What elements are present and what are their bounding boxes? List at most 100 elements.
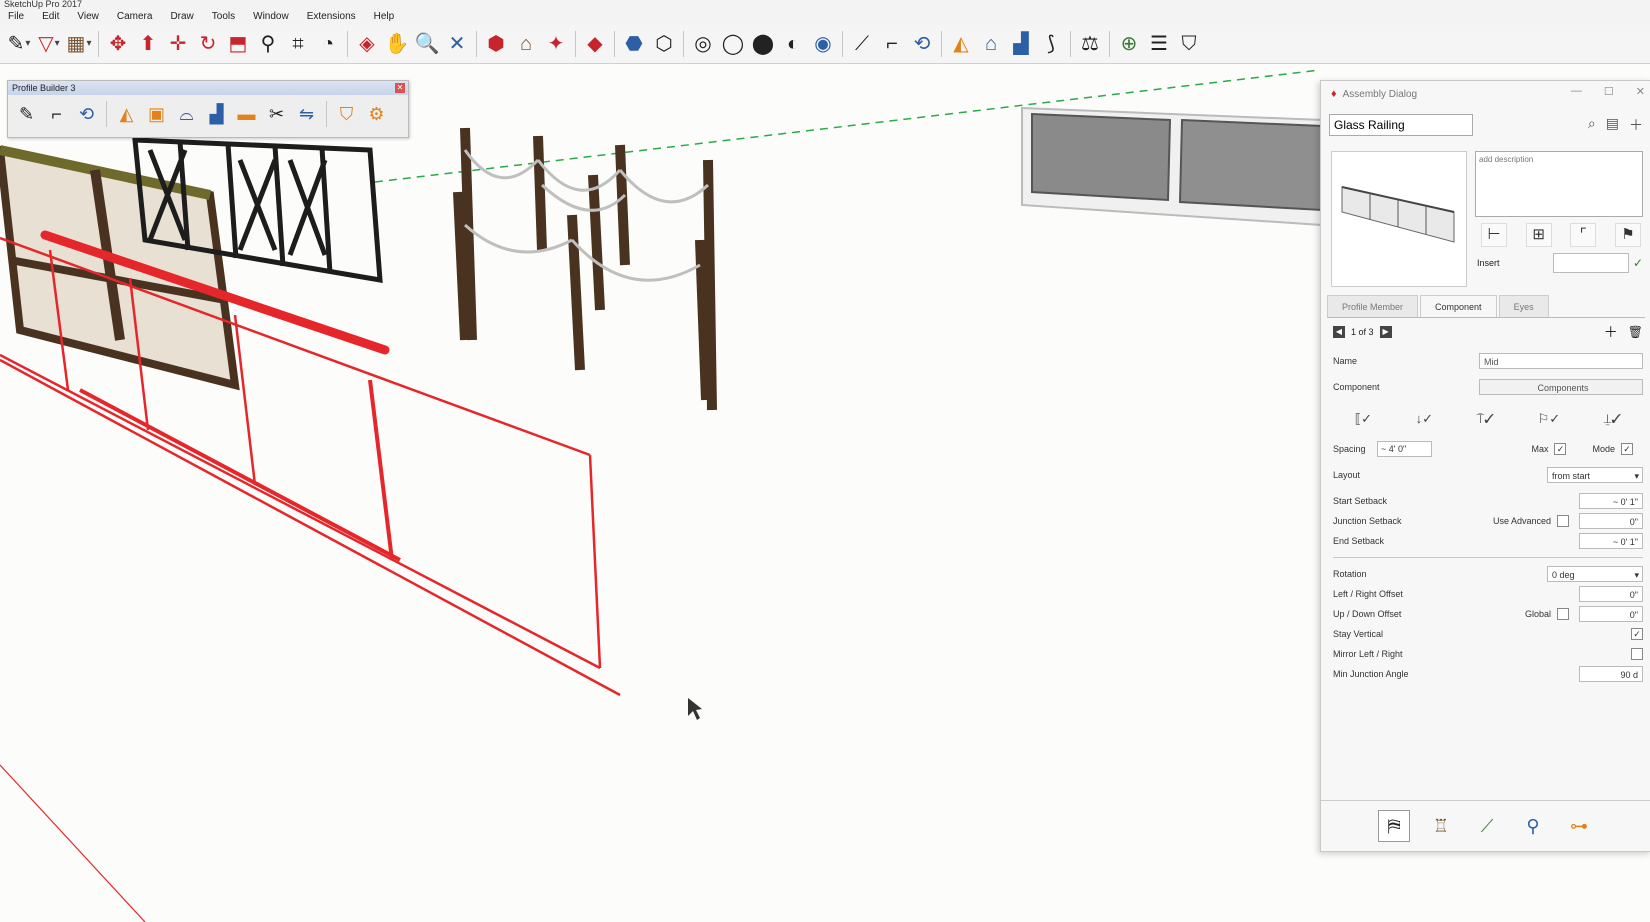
menu-edit[interactable]: Edit bbox=[34, 9, 69, 25]
line-tool-icon[interactable]: ⟋ bbox=[847, 29, 877, 59]
path-icon[interactable]: ⟋ bbox=[1472, 811, 1502, 841]
pb-ruler-icon[interactable]: ▬ bbox=[232, 99, 261, 129]
align-left-icon[interactable]: ⟦✓ bbox=[1355, 411, 1372, 427]
left-right-offset-input[interactable]: 0" bbox=[1579, 586, 1643, 602]
push-pull-icon[interactable]: ⬆ bbox=[133, 29, 163, 59]
pb-box-icon[interactable]: ▣ bbox=[142, 99, 171, 129]
end-setback-input[interactable]: ~ 0' 1" bbox=[1579, 533, 1643, 549]
name-field[interactable]: Mid bbox=[1479, 353, 1643, 369]
align-down-icon[interactable]: ↓✓ bbox=[1416, 411, 1433, 427]
component-icon[interactable]: ⬢ bbox=[481, 29, 511, 59]
warehouse-icon[interactable]: ⌂ bbox=[511, 29, 541, 59]
pb-path-icon[interactable]: ⌐ bbox=[42, 99, 71, 129]
maximize-icon[interactable]: ☐ bbox=[1604, 85, 1614, 98]
spacing-input[interactable]: ~ 4' 0" bbox=[1377, 441, 1432, 457]
tab-profile-member[interactable]: Profile Member bbox=[1327, 295, 1419, 317]
profile-member-icon[interactable]: ⛿ bbox=[1378, 810, 1410, 842]
scale-icon[interactable]: ⬒ bbox=[223, 29, 253, 59]
mirror-checkbox[interactable] bbox=[1631, 648, 1643, 660]
search-icon[interactable]: ⌕ bbox=[1588, 115, 1596, 135]
next-icon[interactable]: ▶ bbox=[1379, 326, 1392, 338]
tag-icon[interactable]: ⛉ bbox=[1174, 29, 1204, 59]
pb-builder-icon[interactable]: ◭ bbox=[112, 99, 141, 129]
back-edges-icon[interactable]: ◯ bbox=[718, 29, 748, 59]
follow-me-icon[interactable]: ⟲ bbox=[907, 29, 937, 59]
trash-icon[interactable]: 🗑 bbox=[1628, 325, 1643, 339]
shaded-icon[interactable]: ⬤ bbox=[748, 29, 778, 59]
global-checkbox[interactable] bbox=[1557, 608, 1569, 620]
move-arrows-icon[interactable]: ✛ bbox=[163, 29, 193, 59]
pan-icon[interactable]: ✋ bbox=[382, 29, 412, 59]
trim-icon[interactable]: ⟆ bbox=[1036, 29, 1066, 59]
hidden-line-icon[interactable]: ⬡ bbox=[649, 29, 679, 59]
protractor-icon[interactable]: ◔ bbox=[313, 29, 343, 59]
builder-icon[interactable]: ◭ bbox=[946, 29, 976, 59]
assembly-name-input[interactable] bbox=[1329, 114, 1473, 136]
insert-flag-icon[interactable]: ⚑ bbox=[1614, 223, 1641, 247]
junction-icon[interactable]: ⊶ bbox=[1564, 811, 1594, 841]
layout-select[interactable]: from start bbox=[1547, 467, 1643, 484]
pencil-icon[interactable]: ✎ bbox=[4, 29, 34, 59]
solid-icon[interactable]: ⬣ bbox=[619, 29, 649, 59]
pb-tag-icon[interactable]: ⛉ bbox=[332, 99, 361, 129]
pb-settings-icon[interactable]: ⚙ bbox=[362, 99, 391, 129]
component-icon[interactable]: ♖ bbox=[1426, 811, 1456, 841]
add-icon[interactable]: ＋ bbox=[1604, 322, 1618, 342]
section-icon[interactable]: ◆ bbox=[580, 29, 610, 59]
stay-vertical-checkbox[interactable]: ✓ bbox=[1631, 628, 1643, 640]
rotation-select[interactable]: 0 deg bbox=[1547, 566, 1643, 583]
prev-icon[interactable]: ◀ bbox=[1333, 326, 1345, 338]
insert-start-end-icon[interactable]: ⊢ bbox=[1481, 223, 1507, 247]
zoom-icon[interactable]: 🔍 bbox=[412, 29, 442, 59]
house-icon[interactable]: ⌂ bbox=[976, 29, 1006, 59]
menu-window[interactable]: Window bbox=[245, 9, 299, 25]
shaded-texture-icon[interactable]: ◐ bbox=[778, 29, 808, 59]
pb-stair-icon[interactable]: ▟ bbox=[202, 99, 231, 129]
extension-icon[interactable]: ✦ bbox=[541, 29, 571, 59]
insert-input[interactable] bbox=[1552, 253, 1629, 273]
close-icon[interactable]: ✕ bbox=[395, 83, 405, 93]
tab-component[interactable]: Component bbox=[1420, 295, 1497, 317]
mode-checkbox[interactable]: ✓ bbox=[1621, 443, 1633, 455]
align-pin-icon[interactable]: ⍑✓ bbox=[1476, 411, 1494, 427]
location-icon[interactable]: ⊕ bbox=[1114, 29, 1144, 59]
up-down-offset-input[interactable]: 0" bbox=[1579, 606, 1643, 622]
path-icon[interactable]: ⌐ bbox=[877, 29, 907, 59]
pb-follow-icon[interactable]: ⟲ bbox=[72, 99, 101, 129]
tab-eyes[interactable]: Eyes bbox=[1498, 295, 1549, 317]
pb-dome-icon[interactable]: ⌓ bbox=[172, 99, 201, 129]
pb-cut-icon[interactable]: ✂ bbox=[262, 99, 291, 129]
shape-icon[interactable]: ▽ bbox=[34, 29, 64, 59]
xray-icon[interactable]: ◎ bbox=[688, 29, 718, 59]
dimension-icon[interactable]: ⌗ bbox=[283, 29, 313, 59]
components-button[interactable]: Components bbox=[1479, 379, 1643, 395]
tape-measure-icon[interactable]: ⚲ bbox=[253, 29, 283, 59]
zoom-extents-icon[interactable]: ✕ bbox=[442, 29, 472, 59]
junction-setback-input[interactable]: 0" bbox=[1579, 513, 1643, 529]
menu-view[interactable]: View bbox=[69, 9, 109, 25]
save-icon[interactable]: ▤ bbox=[1606, 115, 1619, 135]
paint-icon[interactable]: ▦ bbox=[64, 29, 94, 59]
stair-icon[interactable]: ▟ bbox=[1006, 29, 1036, 59]
report-icon[interactable]: ☰ bbox=[1144, 29, 1174, 59]
menu-file[interactable]: File bbox=[0, 9, 34, 25]
pb-swap-icon[interactable]: ⇋ bbox=[292, 99, 321, 129]
profile-builder-toolbar[interactable]: Profile Builder 3 ✕ ✎ ⌐ ⟲ ◭ ▣ ⌓ ▟ ▬ ✂ ⇋ ⛉ ⚙ bbox=[7, 80, 409, 138]
start-setback-input[interactable]: ~ 0' 1" bbox=[1579, 493, 1643, 509]
checkmark-icon[interactable]: ✓ bbox=[1633, 256, 1643, 270]
move-icon[interactable]: ✥ bbox=[103, 29, 133, 59]
min-junction-angle-input[interactable]: 90 d bbox=[1579, 666, 1643, 682]
scale-tool-icon[interactable]: ⚖ bbox=[1075, 29, 1105, 59]
description-textarea[interactable]: add description bbox=[1475, 151, 1643, 217]
menu-tools[interactable]: Tools bbox=[204, 9, 245, 25]
align-top-icon[interactable]: ⍊✓ bbox=[1604, 411, 1622, 427]
menu-help[interactable]: Help bbox=[366, 9, 405, 25]
insert-corner-icon[interactable]: ⌜ bbox=[1570, 223, 1597, 247]
menu-extensions[interactable]: Extensions bbox=[299, 9, 366, 25]
rotate-icon[interactable]: ↻ bbox=[193, 29, 223, 59]
close-icon[interactable]: ✕ bbox=[1636, 85, 1645, 98]
monochrome-icon[interactable]: ◉ bbox=[808, 29, 838, 59]
minimize-icon[interactable]: — bbox=[1571, 85, 1582, 98]
menu-draw[interactable]: Draw bbox=[162, 9, 203, 25]
max-checkbox[interactable]: ✓ bbox=[1554, 443, 1567, 455]
